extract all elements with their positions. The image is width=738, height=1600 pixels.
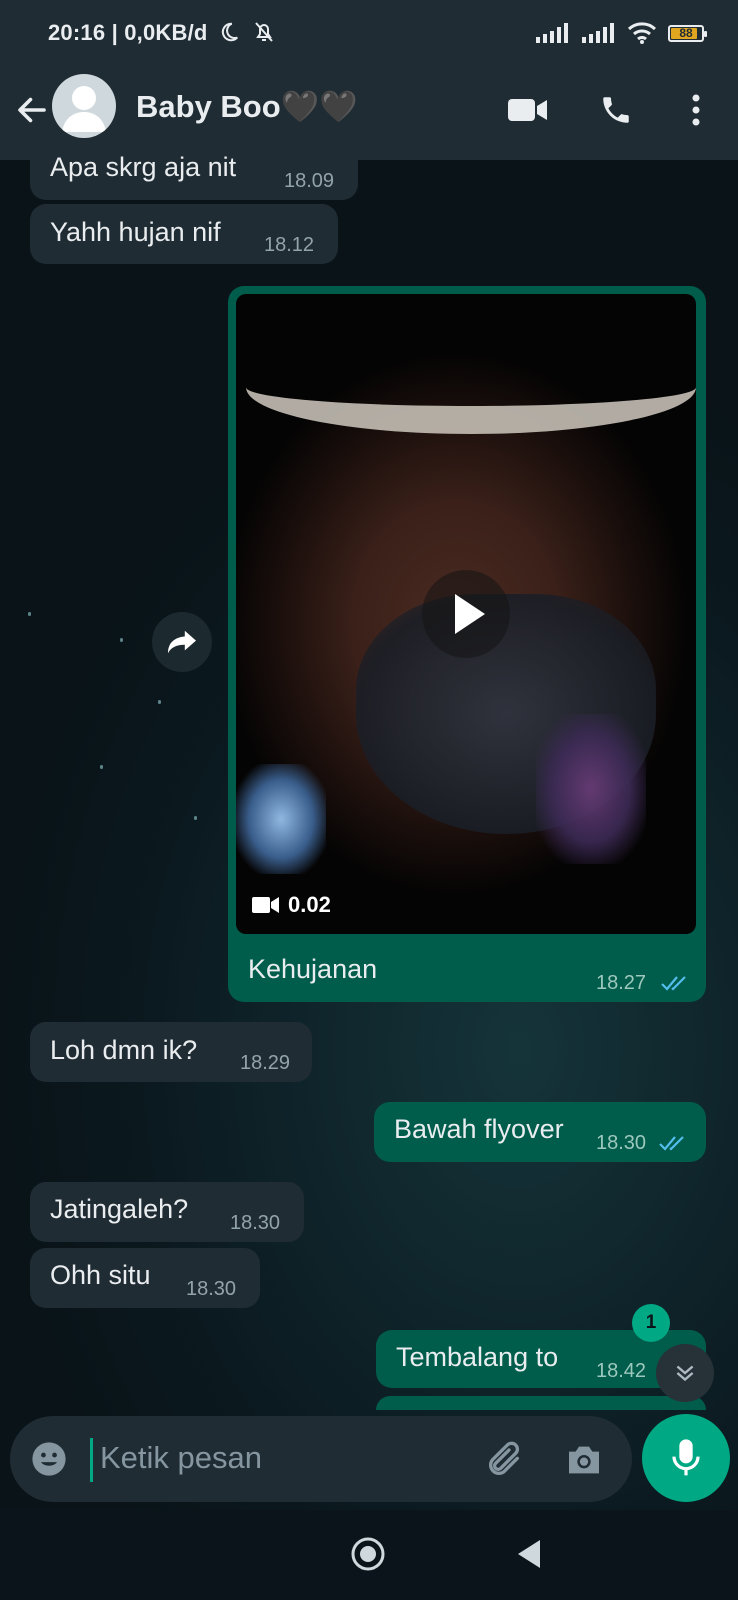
play-icon [455, 594, 485, 634]
message-text: Loh dmn ik? [50, 1035, 198, 1065]
message-bubble-incoming[interactable]: Yahh hujan nif 18.12 [30, 204, 338, 264]
message-bubble-outgoing-partial [376, 1396, 706, 1410]
signal-icon [582, 23, 614, 43]
signal-icon [536, 23, 568, 43]
message-text: Apa skrg aja nit [50, 152, 237, 182]
thumbnail-light [236, 764, 326, 874]
emoji-icon[interactable] [30, 1440, 68, 1478]
message-input[interactable]: Ketik pesan [100, 1440, 262, 1476]
message-time: 18.42 [596, 1360, 647, 1382]
message-text: Ohh situ [50, 1260, 151, 1290]
message-time: 18.12 [264, 234, 315, 256]
message-text: Yahh hujan nif [50, 217, 221, 247]
video-camera-icon [252, 897, 279, 913]
status-icons: 88 [536, 22, 707, 44]
thumbnail-helmet [246, 294, 696, 434]
nav-back-icon[interactable] [512, 1536, 546, 1572]
status-bar: 20:16 | 0,0KB/d 88 [0, 0, 738, 64]
message-time: 18.30 [230, 1212, 281, 1234]
battery-icon: 88 [668, 24, 707, 42]
avatar-placeholder-icon [62, 86, 106, 132]
attach-icon[interactable] [484, 1440, 524, 1480]
bell-off-icon [255, 22, 273, 42]
contact-name[interactable]: Baby Boo🖤🖤 [136, 88, 358, 125]
phone-icon [603, 97, 629, 123]
message-bubble-incoming[interactable]: Ohh situ 18.30 [30, 1248, 260, 1308]
scroll-to-bottom-button[interactable] [656, 1344, 714, 1402]
message-bubble-incoming[interactable]: Loh dmn ik? 18.29 [30, 1022, 312, 1082]
forward-icon [168, 630, 196, 654]
text-cursor [90, 1438, 93, 1482]
back-arrow-icon[interactable] [14, 92, 50, 128]
more-vert-icon [692, 94, 700, 126]
camera-icon[interactable] [564, 1440, 604, 1480]
video-caption: Kehujanan [248, 954, 378, 984]
more-options-button[interactable] [674, 88, 718, 132]
message-time: 18.29 [240, 1052, 291, 1074]
message-time: 18.30 [186, 1278, 237, 1300]
message-bubble-incoming[interactable]: Apa skrg aja nit 18.09 [30, 142, 358, 200]
message-text: Jatingaleh? [50, 1194, 189, 1224]
microphone-icon [672, 1439, 700, 1476]
unread-count-badge: 1 [632, 1304, 670, 1342]
status-time: 20:16 | 0,0KB/d [48, 20, 276, 46]
message-time: 18.09 [284, 170, 335, 192]
forward-button[interactable] [152, 612, 212, 672]
wifi-icon [628, 22, 656, 44]
message-bubble-incoming[interactable]: Jatingaleh? 18.30 [30, 1182, 304, 1242]
video-call-icon [508, 99, 547, 121]
double-chevron-down-icon [676, 1365, 694, 1382]
message-time: 18.30 [596, 1132, 647, 1154]
read-ticks-icon [659, 1136, 684, 1151]
home-icon[interactable] [350, 1536, 386, 1572]
message-text: Bawah flyover [394, 1114, 564, 1144]
message-time: 18.27 [596, 972, 647, 994]
moon-icon [221, 22, 238, 42]
voice-call-button[interactable] [594, 88, 638, 132]
read-ticks-icon [661, 976, 686, 991]
video-call-button[interactable] [506, 88, 550, 132]
video-duration: 0.02 [252, 892, 331, 918]
battery-percent: 88 [679, 25, 693, 40]
play-button[interactable] [422, 570, 510, 658]
thumbnail-light [536, 714, 646, 864]
video-thumbnail[interactable]: 0.02 [236, 294, 696, 934]
avatar[interactable] [52, 74, 116, 138]
system-nav-bar [0, 1510, 738, 1600]
voice-record-button[interactable] [642, 1414, 730, 1502]
message-composer: Ketik pesan [10, 1416, 632, 1502]
message-text: Tembalang to [396, 1342, 559, 1372]
message-bubble-outgoing[interactable]: Bawah flyover 18.30 [374, 1102, 706, 1162]
video-message-bubble[interactable]: 0.02 Kehujanan 18.27 [228, 286, 706, 1002]
